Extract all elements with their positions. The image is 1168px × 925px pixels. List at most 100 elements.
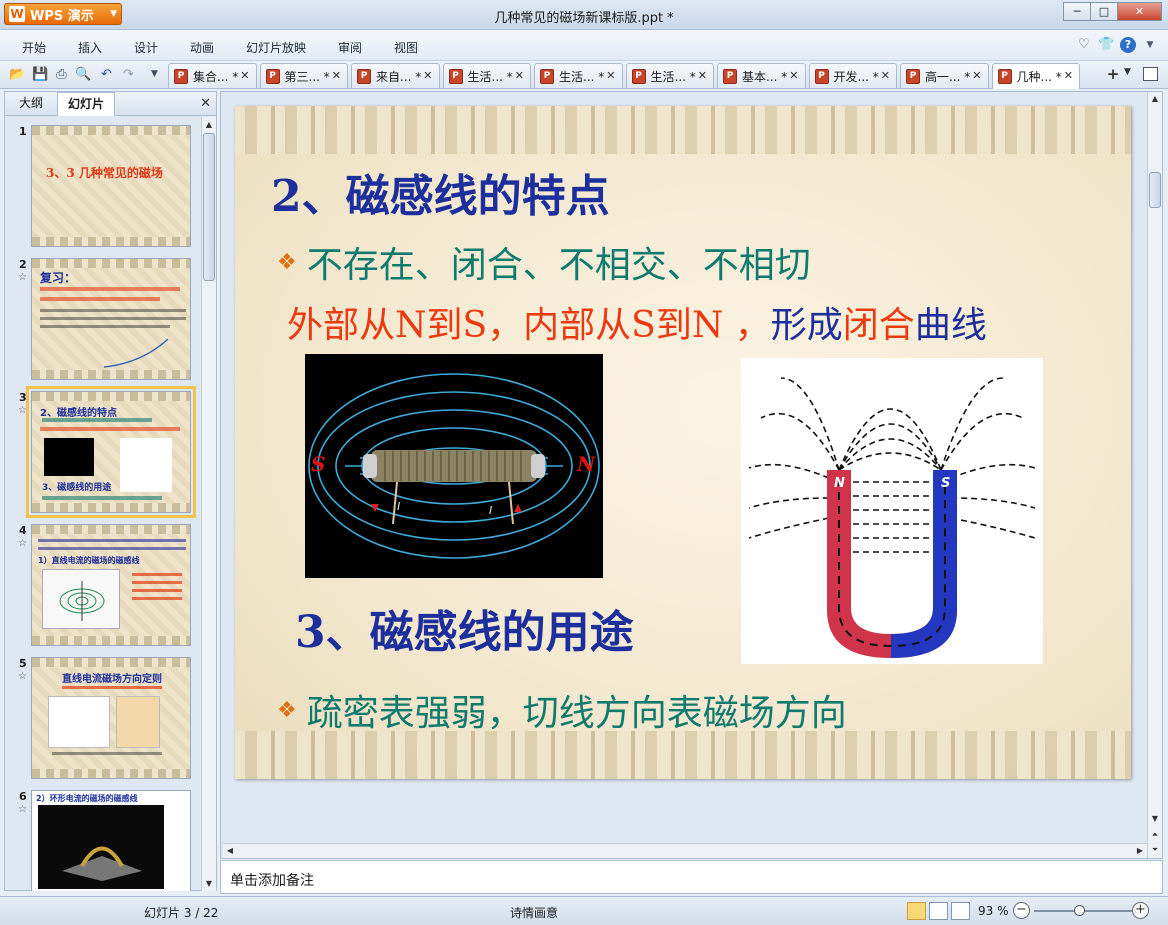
scroll-down-icon[interactable]: ▼	[202, 876, 216, 891]
redo-icon[interactable]: ↷	[120, 66, 137, 83]
slide-vertical-scrollbar[interactable]: ▲ ▼ ⏶ ⏷	[1147, 92, 1162, 858]
slideshow-view-icon[interactable]	[951, 902, 970, 920]
scroll-left-icon[interactable]: ◀	[223, 844, 237, 858]
zoom-in-icon[interactable]: +	[1132, 902, 1149, 919]
thumb-subtitle: 3、磁感线的用途	[42, 483, 112, 493]
thumb-number: 1	[19, 125, 27, 138]
ppt-file-icon: P	[906, 68, 920, 84]
menu-item-design[interactable]: 设计	[134, 39, 158, 56]
tab-close-icon[interactable]: ✕	[515, 69, 524, 82]
document-tab[interactable]: P 基本... * ✕	[717, 63, 806, 88]
coil-label-s: S	[311, 452, 326, 476]
new-tab-icon[interactable]: +	[1102, 66, 1124, 84]
document-tab-bar: 📂 💾 ⎙ 🔍 ↶ ↷ ▼ P 集合... * ✕ P 第三... * ✕ P 来自... *…	[0, 61, 1168, 89]
next-slide-icon[interactable]: ⏷	[1148, 843, 1162, 857]
save-icon[interactable]: 💾	[32, 66, 49, 83]
document-tab-label: 基本... *	[742, 69, 788, 84]
zoom-out-icon[interactable]: −	[1013, 902, 1030, 919]
scrollbar-thumb[interactable]	[1149, 172, 1161, 208]
slide-line-closed-curve[interactable]: 外部从N到S，内部从S到N ，形成闭合曲线	[287, 296, 987, 348]
slide-heading-usage[interactable]: 3、磁感线的用途	[295, 596, 634, 660]
thumbnail-scrollbar[interactable]: ▲ ▼	[201, 117, 216, 891]
slide-sorter-view-icon[interactable]	[929, 902, 948, 920]
current-slide[interactable]: 2、磁感线的特点 ❖ 不存在、闭合、不相交、不相切 外部从N到S，内部从S到N …	[235, 106, 1131, 779]
panel-close-icon[interactable]: ✕	[200, 96, 211, 111]
zoom-slider-knob[interactable]	[1074, 905, 1086, 916]
minimize-button[interactable]: ─	[1063, 2, 1090, 21]
scroll-right-icon[interactable]: ▶	[1133, 844, 1147, 858]
tab-close-icon[interactable]: ✕	[789, 69, 798, 82]
menu-item-animation[interactable]: 动画	[190, 39, 214, 56]
scroll-down-icon[interactable]: ▼	[1148, 812, 1162, 826]
quick-access-dropdown-icon[interactable]: ▼	[146, 66, 163, 83]
theme-name[interactable]: 诗情画意	[510, 904, 558, 921]
normal-view-icon[interactable]	[907, 902, 926, 920]
document-tab[interactable]: P 几种... * ✕	[991, 63, 1080, 89]
document-tab[interactable]: P 集合... * ✕	[168, 63, 257, 88]
tab-slides[interactable]: 幻灯片	[57, 92, 116, 116]
tab-close-icon[interactable]: ✕	[1064, 69, 1073, 82]
tab-close-icon[interactable]: ✕	[698, 69, 707, 82]
ppt-file-icon: P	[540, 68, 554, 84]
menu-item-slideshow[interactable]: 幻灯片放映	[246, 39, 306, 56]
scroll-up-icon[interactable]: ▲	[202, 117, 216, 132]
document-tab[interactable]: P 来自... * ✕	[351, 63, 440, 88]
tab-outline[interactable]: 大纲	[9, 92, 53, 116]
heart-icon[interactable]: ♡	[1076, 37, 1092, 53]
document-tab[interactable]: P 生活... * ✕	[534, 63, 623, 88]
slide-bullet-usage[interactable]: ❖ 疏密表强弱，切线方向表磁场方向	[277, 684, 847, 736]
document-tab-label: 生活... *	[650, 69, 696, 84]
scrollbar-thumb[interactable]	[203, 133, 215, 281]
document-tab[interactable]: P 生活... * ✕	[625, 63, 714, 88]
slide-thumbnail-1[interactable]: 3、3 几种常见的磁场	[31, 125, 191, 247]
animation-star-icon: ☆	[18, 538, 27, 549]
tab-list-chevron-icon[interactable]: ▼	[1124, 67, 1138, 77]
animation-star-icon: ☆	[18, 272, 27, 283]
slide-thumbnail-3[interactable]: 2、磁感线的特点 3、磁感线的用途	[26, 386, 196, 518]
thumb-title: 1）直线电流的磁场的磁感线	[38, 556, 140, 565]
print-preview-icon[interactable]: 🔍	[75, 66, 92, 83]
skin-shirt-icon[interactable]: 👕	[1098, 37, 1114, 53]
scroll-up-icon[interactable]: ▲	[1148, 92, 1162, 106]
slide-thumbnail-5[interactable]: 直线电流磁场方向定则	[31, 657, 191, 779]
solenoid-field-image[interactable]: S N I I	[305, 354, 603, 578]
open-folder-icon[interactable]: 📂	[9, 66, 26, 83]
slide-bullet-properties[interactable]: ❖ 不存在、闭合、不相交、不相切	[277, 236, 811, 288]
tab-close-icon[interactable]: ✕	[881, 69, 890, 82]
tab-close-icon[interactable]: ✕	[240, 69, 249, 82]
line-segment: 外部从N到S，内部从S到N ，	[287, 305, 771, 346]
menu-item-home[interactable]: 开始	[22, 39, 46, 56]
menu-item-review[interactable]: 审阅	[338, 39, 362, 56]
restore-window-icon[interactable]	[1143, 67, 1158, 81]
menu-item-insert[interactable]: 插入	[78, 39, 102, 56]
document-tab[interactable]: P 开发... * ✕	[808, 63, 897, 88]
maximize-button[interactable]: □	[1090, 2, 1117, 21]
previous-slide-icon[interactable]: ⏶	[1148, 828, 1162, 842]
wps-app-menu-button[interactable]: W WPS 演示 ▼	[4, 3, 122, 25]
line-segment: 曲线	[914, 305, 987, 346]
help-icon[interactable]: ?	[1120, 37, 1136, 53]
document-tab[interactable]: P 生活... * ✕	[442, 63, 531, 88]
menu-right-icons: ♡ 👕 ? ▼	[1076, 37, 1158, 53]
horseshoe-magnet-image[interactable]: N S	[741, 358, 1043, 664]
thumb-number: 5	[19, 657, 27, 670]
chevron-down-icon[interactable]: ▼	[1142, 37, 1158, 53]
undo-icon[interactable]: ↶	[98, 66, 115, 83]
tab-close-icon[interactable]: ✕	[606, 69, 615, 82]
print-icon[interactable]: ⎙	[53, 66, 70, 83]
document-tab[interactable]: P 第三... * ✕	[259, 63, 348, 88]
tab-close-icon[interactable]: ✕	[423, 69, 432, 82]
menu-item-view[interactable]: 视图	[394, 39, 418, 56]
ppt-file-icon: P	[814, 68, 829, 84]
ppt-file-icon: P	[723, 68, 737, 84]
document-tab[interactable]: P 高一... * ✕	[900, 63, 989, 88]
tab-close-icon[interactable]: ✕	[332, 69, 341, 82]
close-button[interactable]: ✕	[1117, 2, 1162, 21]
slide-thumbnail-2[interactable]: 复习：	[31, 258, 191, 380]
slide-heading-features[interactable]: 2、磁感线的特点	[271, 160, 610, 224]
tab-close-icon[interactable]: ✕	[972, 69, 981, 82]
slide-horizontal-scrollbar[interactable]: ◀ ▶	[223, 843, 1147, 858]
slide-thumbnail-4[interactable]: 1）直线电流的磁场的磁感线	[31, 524, 191, 646]
notes-pane[interactable]: 单击添加备注	[220, 860, 1163, 894]
slide-thumbnail-6[interactable]: 2）环形电流的磁场的磁感线	[31, 790, 191, 891]
